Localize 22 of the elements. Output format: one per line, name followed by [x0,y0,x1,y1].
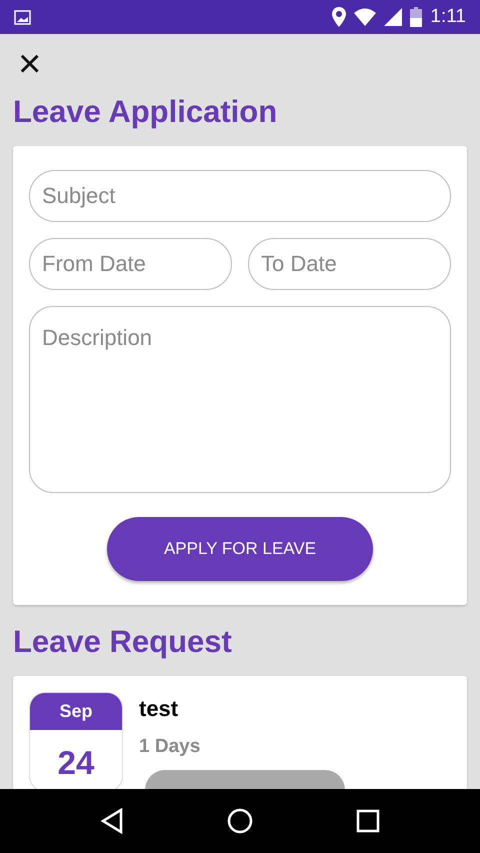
request-subject: test [139,695,178,724]
section-title: Leave Application [13,93,278,130]
date-field[interactable]: From Date [29,238,232,290]
wifi-icon [354,8,376,26]
battery-icon [410,7,422,27]
date-field[interactable]: To Date [248,238,451,290]
home-icon[interactable] [226,808,253,834]
apply-button[interactable]: APPLY FOR LEAVE [107,517,373,582]
close-button[interactable]: × [14,44,46,84]
description-field[interactable]: Description [29,306,451,494]
day-number: 24 [56,743,96,784]
gallery-icon [14,10,31,24]
back-icon[interactable] [100,808,124,834]
section-title: Leave Request [13,623,233,660]
request-card[interactable]: Sep 24 test 1 Days [13,676,467,789]
clock-time: 1:11 [430,4,466,29]
text-field[interactable]: Subject [29,170,451,222]
recents-icon[interactable] [356,809,380,833]
signal-icon [384,8,402,26]
location-icon [332,7,346,27]
month-label: Sep [30,693,122,730]
request-duration: 1 Days [139,735,200,760]
